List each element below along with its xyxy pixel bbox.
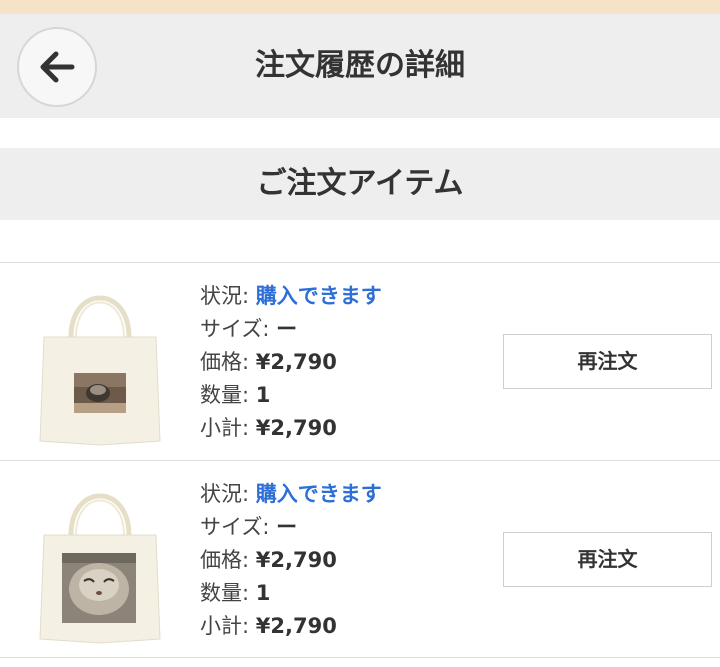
subtotal-label: 小計: — [200, 614, 250, 638]
reorder-button[interactable]: 再注文 — [503, 532, 712, 587]
item-details: 状況: 購入できます サイズ: ー 価格: ¥2,790 数量: 1 小計: ¥… — [200, 280, 382, 445]
subtotal-label: 小計: — [200, 416, 250, 440]
product-thumbnail-tote-bag[interactable] — [38, 277, 162, 449]
quantity-value: 1 — [255, 581, 271, 605]
top-accent-strip — [0, 0, 720, 14]
subtotal-value: ¥2,790 — [255, 416, 337, 440]
status-value: 購入できます — [255, 284, 382, 308]
app-header: 注文履歴の詳細 — [0, 14, 720, 118]
size-label: サイズ: — [200, 515, 270, 539]
size-value: ー — [276, 317, 298, 341]
arrow-left-icon — [40, 51, 75, 83]
order-item: 状況: 購入できます サイズ: ー 価格: ¥2,790 数量: 1 小計: ¥… — [0, 460, 720, 658]
item-details: 状況: 購入できます サイズ: ー 価格: ¥2,790 数量: 1 小計: ¥… — [200, 478, 382, 643]
quantity-label: 数量: — [200, 383, 250, 407]
reorder-button[interactable]: 再注文 — [503, 334, 712, 389]
status-label: 状況: — [200, 482, 250, 506]
product-thumbnail-tote-bag[interactable] — [38, 475, 162, 647]
price-label: 価格: — [200, 548, 250, 572]
subtotal-value: ¥2,790 — [255, 614, 337, 638]
size-label: サイズ: — [200, 317, 270, 341]
back-button[interactable] — [17, 27, 97, 107]
page-title: 注文履歴の詳細 — [255, 48, 465, 83]
price-label: 価格: — [200, 350, 250, 374]
size-value: ー — [276, 515, 298, 539]
status-value: 購入できます — [255, 482, 382, 506]
section-title-order-items: ご注文アイテム — [0, 148, 720, 220]
order-item: 状況: 購入できます サイズ: ー 価格: ¥2,790 数量: 1 小計: ¥… — [0, 262, 720, 460]
price-value: ¥2,790 — [255, 350, 337, 374]
price-value: ¥2,790 — [255, 548, 337, 572]
quantity-label: 数量: — [200, 581, 250, 605]
status-label: 状況: — [200, 284, 250, 308]
quantity-value: 1 — [255, 383, 271, 407]
